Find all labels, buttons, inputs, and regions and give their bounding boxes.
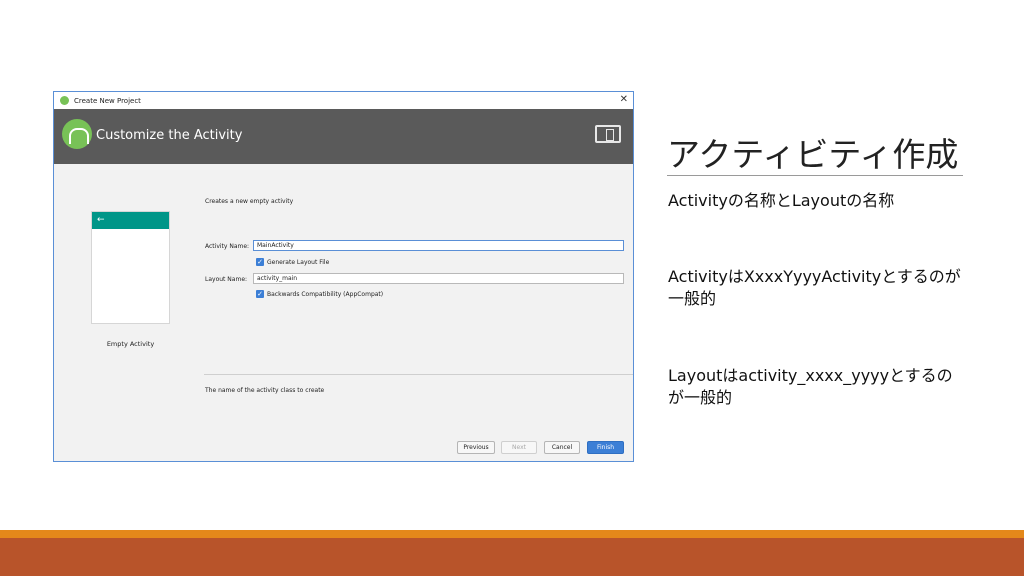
finish-button[interactable]: Finish bbox=[587, 441, 624, 454]
divider bbox=[204, 374, 633, 375]
activity-name-input[interactable]: MainActivity bbox=[253, 240, 624, 251]
previous-button[interactable]: Previous bbox=[457, 441, 495, 454]
bullet-item: Layoutはactivity_xxxx_yyyyとするのが一般的 bbox=[668, 366, 953, 407]
create-project-window: Create New Project ✕ Customize the Activ… bbox=[53, 91, 634, 462]
preview-label: Empty Activity bbox=[106, 340, 155, 348]
activity-name-label: Activity Name: bbox=[205, 243, 250, 250]
back-arrow-icon: ← bbox=[92, 212, 169, 229]
android-studio-icon bbox=[60, 96, 69, 105]
layout-name-input[interactable]: activity_main bbox=[253, 273, 624, 284]
window-title: Create New Project bbox=[74, 96, 141, 105]
slide-title: アクティビティ作成 bbox=[667, 135, 959, 174]
close-icon[interactable]: ✕ bbox=[620, 94, 628, 106]
wizard-header: Customize the Activity bbox=[54, 109, 633, 164]
android-logo-icon bbox=[62, 119, 92, 149]
cancel-button[interactable]: Cancel bbox=[544, 441, 580, 454]
help-text: The name of the activity class to create bbox=[205, 387, 325, 394]
layout-name-label: Layout Name: bbox=[205, 276, 248, 283]
bullet-item: Activityの名称とLayoutの名称 bbox=[668, 191, 895, 210]
checkbox-checked-icon[interactable]: ✓ bbox=[256, 258, 264, 266]
device-icon bbox=[595, 125, 621, 143]
window-titlebar: Create New Project ✕ bbox=[54, 92, 633, 109]
activity-preview: ← bbox=[91, 211, 170, 324]
backwards-compat-label: Backwards Compatibility (AppCompat) bbox=[267, 291, 384, 298]
footer-band-rust bbox=[0, 538, 1024, 576]
form-description: Creates a new empty activity bbox=[205, 198, 294, 205]
wizard-title: Customize the Activity bbox=[96, 128, 243, 143]
title-divider bbox=[667, 175, 963, 176]
footer-band-orange bbox=[0, 530, 1024, 538]
generate-layout-label: Generate Layout File bbox=[267, 259, 330, 266]
next-button[interactable]: Next bbox=[501, 441, 537, 454]
checkbox-checked-icon[interactable]: ✓ bbox=[256, 290, 264, 298]
bullet-item: ActivityはXxxxYyyyActivityとするのが一般的 bbox=[668, 267, 961, 308]
